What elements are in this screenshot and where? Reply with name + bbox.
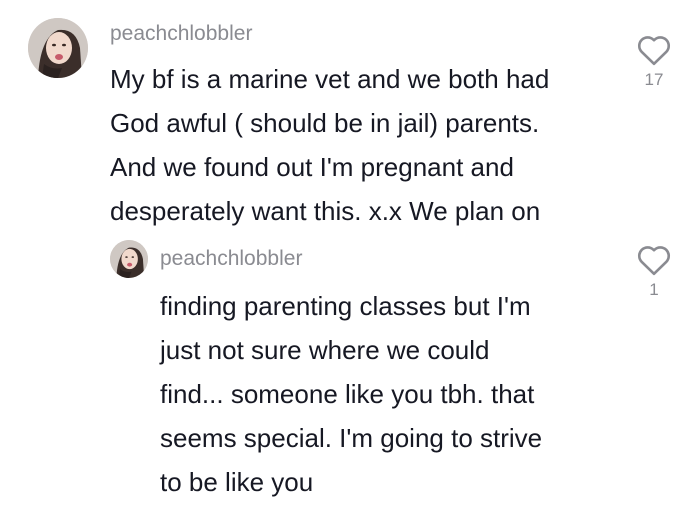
reply-text: finding parenting classes but I'm just n… (160, 291, 543, 497)
like-button[interactable]: 1 (632, 244, 676, 300)
like-count: 17 (644, 70, 664, 89)
heart-outline-icon (637, 246, 671, 276)
like-button[interactable]: 17 (632, 34, 676, 90)
comment-text: My bf is a marine vet and we both had Go… (110, 64, 550, 226)
comment-username[interactable]: peachchlobbler (110, 22, 252, 46)
heart-outline-icon (637, 36, 671, 66)
like-count: 1 (649, 280, 659, 299)
avatar-photo-icon (28, 18, 88, 78)
avatar-photo-icon (110, 240, 148, 278)
reply-username[interactable]: peachchlobbler (160, 247, 302, 271)
avatar[interactable] (110, 240, 148, 278)
avatar[interactable] (28, 18, 88, 78)
